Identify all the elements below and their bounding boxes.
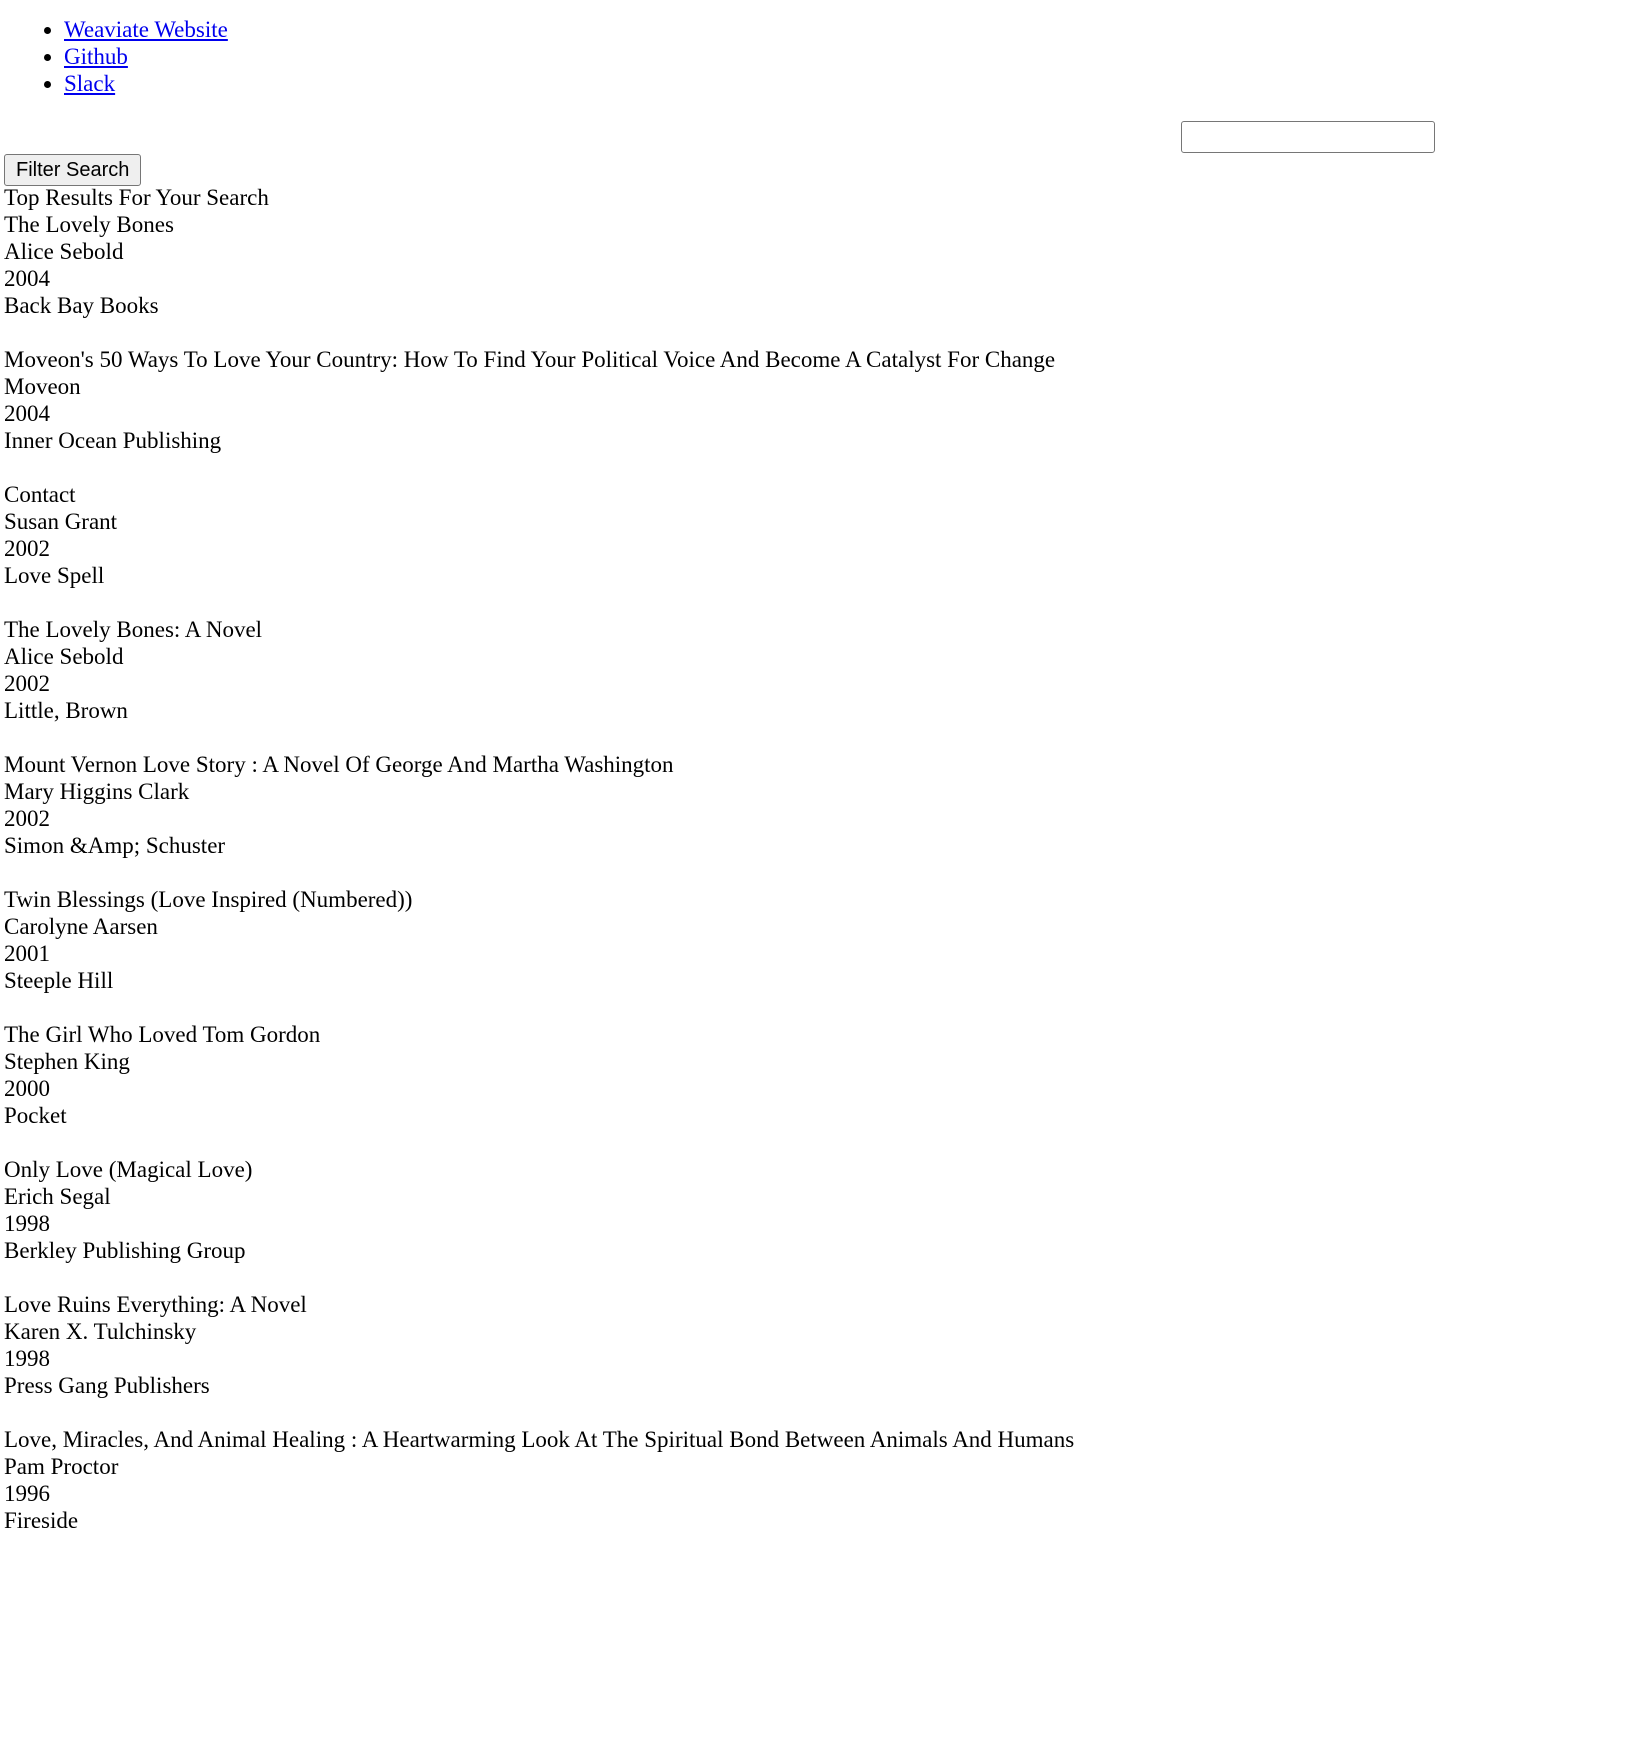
search-input[interactable] — [1181, 121, 1435, 153]
result-year: 1998 — [4, 1211, 50, 1236]
result-publisher: Fireside — [4, 1508, 79, 1533]
result-publisher: Back Bay Books — [4, 293, 159, 318]
results-items: The Lovely Bones Alice Sebold 2004 Back Bay… — [4, 211, 1074, 1534]
result-author: Pam Proctor — [4, 1454, 119, 1479]
results-heading: Top Results For Your Search — [4, 185, 269, 210]
result-publisher: Pocket — [4, 1103, 67, 1128]
nav-item: Slack — [64, 70, 228, 97]
result-author: Erich Segal — [4, 1184, 111, 1209]
result-author: Karen X. Tulchinsky — [4, 1319, 197, 1344]
list-item: Love Ruins Everything: A Novel Karen X. T… — [4, 1291, 1074, 1399]
result-year: 2002 — [4, 806, 50, 831]
result-publisher: Inner Ocean Publishing — [4, 428, 222, 453]
result-publisher: Little, Brown — [4, 698, 128, 723]
list-item: Love, Miracles, And Animal Healing : A H… — [4, 1426, 1074, 1534]
list-item: Moveon's 50 Ways To Love Your Country: H… — [4, 346, 1074, 454]
nav-link-github[interactable]: Github — [64, 44, 128, 69]
list-item: The Lovely Bones Alice Sebold 2004 Back Bay… — [4, 211, 1074, 319]
result-year: 2002 — [4, 671, 50, 696]
nav-link-weaviate-website[interactable]: Weaviate Website — [64, 17, 228, 42]
result-year: 2004 — [4, 266, 50, 291]
result-year: 1998 — [4, 1346, 50, 1371]
nav-link-slack[interactable]: Slack — [64, 71, 115, 96]
nav-item: Github — [64, 43, 228, 70]
result-title: The Lovely Bones: A Novel — [4, 617, 263, 642]
list-item: Contact Susan Grant 2002 Love Spell — [4, 481, 1074, 589]
list-item: The Lovely Bones: A Novel Alice Sebold 200… — [4, 616, 1074, 724]
result-title: Only Love (Magical Love) — [4, 1157, 253, 1182]
list-item: Only Love (Magical Love) Erich Segal 1998 B… — [4, 1156, 1074, 1264]
result-title: Love, Miracles, And Animal Healing : A H… — [4, 1427, 1075, 1452]
result-year: 1996 — [4, 1481, 50, 1506]
filter-search-button[interactable]: Filter Search — [4, 154, 142, 186]
list-item: Mount Vernon Love Story : A Novel Of Geo… — [4, 751, 1074, 859]
result-title: Love Ruins Everything: A Novel — [4, 1292, 307, 1317]
list-item: Twin Blessings (Love Inspired (Numbered)… — [4, 886, 1074, 994]
result-title: The Girl Who Loved Tom Gordon — [4, 1022, 321, 1047]
list-item: The Girl Who Loved Tom Gordon Stephen Kin… — [4, 1021, 1074, 1129]
result-publisher: Press Gang Publishers — [4, 1373, 210, 1398]
result-publisher: Berkley Publishing Group — [4, 1238, 246, 1263]
top-nav: Weaviate Website Github Slack — [64, 16, 228, 97]
result-title: The Lovely Bones — [4, 212, 174, 237]
result-publisher: Love Spell — [4, 563, 105, 588]
result-author: Mary Higgins Clark — [4, 779, 190, 804]
result-author: Alice Sebold — [4, 239, 124, 264]
result-title: Moveon's 50 Ways To Love Your Country: H… — [4, 347, 1056, 372]
result-author: Moveon — [4, 374, 81, 399]
result-publisher: Simon &Amp; Schuster — [4, 833, 226, 858]
result-year: 2000 — [4, 1076, 50, 1101]
nav-item: Weaviate Website — [64, 16, 228, 43]
result-publisher: Steeple Hill — [4, 968, 114, 993]
results-list: Top Results For Your Search The Lovely B… — [4, 184, 1074, 1561]
result-title: Contact — [4, 482, 76, 507]
result-author: Stephen King — [4, 1049, 130, 1074]
result-year: 2001 — [4, 941, 50, 966]
result-author: Alice Sebold — [4, 644, 124, 669]
result-author: Susan Grant — [4, 509, 118, 534]
result-author: Carolyne Aarsen — [4, 914, 158, 939]
result-year: 2002 — [4, 536, 50, 561]
result-title: Mount Vernon Love Story : A Novel Of Geo… — [4, 752, 674, 777]
result-year: 2004 — [4, 401, 50, 426]
result-title: Twin Blessings (Love Inspired (Numbered)… — [4, 887, 413, 912]
